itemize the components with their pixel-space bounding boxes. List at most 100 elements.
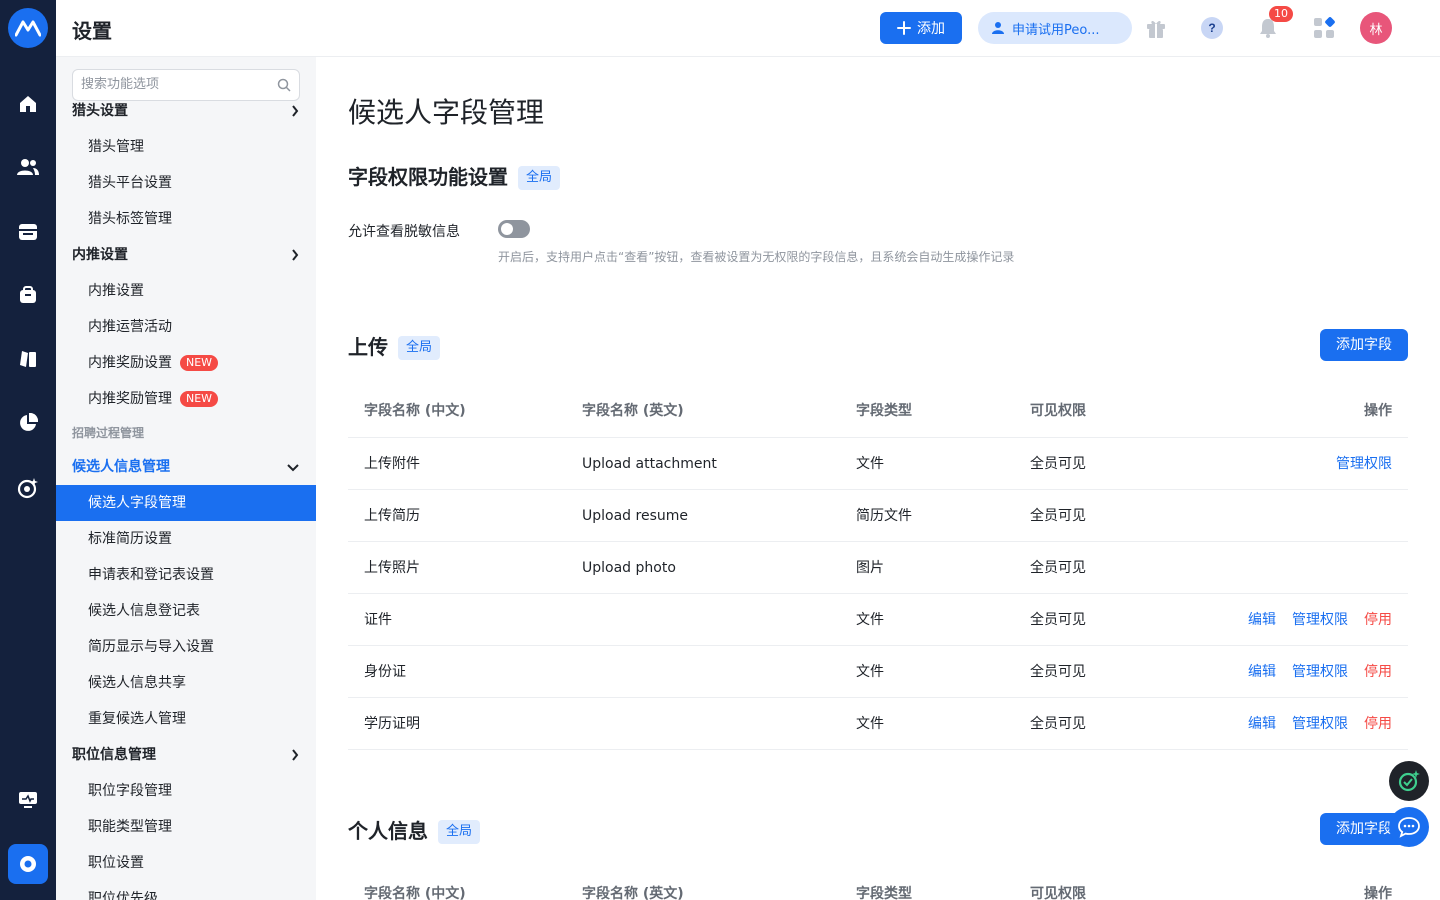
column-header: 字段名称 (中文) [364,886,466,900]
field-name-cn: 上传附件 [364,456,420,472]
toggle-label: 允许查看脱敏信息 [348,224,460,240]
column-header: 字段类型 [856,403,912,419]
target-icon[interactable] [14,474,42,502]
field-type: 简历文件 [856,508,912,524]
field-type: 文件 [856,612,884,628]
settings-icon[interactable] [8,844,48,884]
sidebar-item-headhunter-manage[interactable]: 猎头管理 [56,129,316,165]
personal-section-title: 个人信息 全局 [348,815,481,844]
gift-icon[interactable] [1142,14,1170,42]
field-visibility: 全员可见 [1030,456,1086,472]
new-badge: NEW [180,355,219,371]
add-field-button[interactable]: 添加字段 [1320,329,1408,361]
chat-support-button[interactable] [1389,807,1429,847]
disable-link[interactable]: 停用 [1364,646,1392,698]
sidebar-item-job-settings[interactable]: 职位设置 [56,845,316,881]
table-row: 上传附件 Upload attachment 文件 全员可见 管理权限 [348,438,1408,490]
sidebar-item-referral-reward-manage[interactable]: 内推奖励管理 NEW [56,381,316,417]
home-icon[interactable] [14,90,42,118]
sidebar-item-candidate-fields[interactable]: 候选人字段管理 [56,485,316,521]
sidebar-item-candidate-info[interactable]: 候选人信息管理 [56,449,316,485]
sidebar-item-referral-settings-group[interactable]: 内推设置 [56,237,316,273]
sidebar-item-job-info[interactable]: 职位信息管理 [56,737,316,773]
sidebar-item-job-fields[interactable]: 职位字段管理 [56,773,316,809]
upload-fields-table: 字段名称 (中文) 字段名称 (英文) 字段类型 可见权限 操作 上传附件 Up… [348,384,1408,750]
field-type: 文件 [856,716,884,732]
briefcase-icon[interactable] [14,281,42,309]
field-type: 文件 [856,456,884,472]
help-icon[interactable]: ? [1198,14,1226,42]
sidebar-item-label: 猎头设置 [72,103,128,119]
sidebar-item-label: 候选人信息管理 [72,459,170,475]
edit-link[interactable]: 编辑 [1248,594,1276,646]
sidebar-item-referral-campaigns[interactable]: 内推运营活动 [56,309,316,345]
calendar-icon[interactable] [14,217,42,245]
row-actions: 编辑 管理权限 停用 [1248,698,1392,750]
sidebar-item-label: 内推奖励设置 [88,355,172,371]
table-header: 字段名称 (中文) 字段名称 (英文) 字段类型 可见权限 操作 [348,867,1408,900]
sidebar-item-candidate-registration[interactable]: 候选人信息登记表 [56,593,316,629]
field-visibility: 全员可见 [1030,664,1086,680]
field-visibility: 全员可见 [1030,508,1086,524]
column-header: 可见权限 [1030,403,1086,419]
sidebar-item-headhunter-platform[interactable]: 猎头平台设置 [56,165,316,201]
table-header: 字段名称 (中文) 字段名称 (英文) 字段类型 可见权限 操作 [348,384,1408,438]
page-title: 候选人字段管理 [348,96,545,129]
trial-button[interactable]: 申请试用Peo... [978,12,1132,44]
personal-fields-table: 字段名称 (中文) 字段名称 (英文) 字段类型 可见权限 操作 [348,867,1408,900]
sensitive-info-toggle[interactable] [498,220,530,238]
book-icon[interactable] [14,345,42,373]
column-header: 字段名称 (中文) [364,403,466,419]
permission-section-title: 字段权限功能设置 全局 [348,161,561,190]
add-button[interactable]: 添加 [880,12,962,44]
manage-permission-link[interactable]: 管理权限 [1292,646,1348,698]
chat-bubble-icon [1398,817,1420,838]
manage-permission-link[interactable]: 管理权限 [1292,594,1348,646]
chevron-right-icon [292,249,299,261]
field-name-cn: 证件 [364,612,392,628]
user-avatar[interactable]: 林 [1360,12,1392,44]
disable-link[interactable]: 停用 [1364,594,1392,646]
chevron-down-icon [287,464,299,472]
pie-chart-icon[interactable] [14,409,42,437]
edit-link[interactable]: 编辑 [1248,698,1276,750]
ai-assistant-button[interactable] [1389,761,1429,801]
monitor-icon[interactable] [14,786,42,814]
app-root: 设置 添加 申请试用Peo... ? 10 林 猎头设置 搜索功能选项 猎头管理… [0,0,1440,900]
edit-link[interactable]: 编辑 [1248,646,1276,698]
sidebar-item-job-priority[interactable]: 职位优先级 [56,881,316,900]
sidebar-section-label: 招聘过程管理 [72,426,145,440]
sidebar-item-headhunter-tags[interactable]: 猎头标签管理 [56,201,316,237]
sidebar-item-resume-display[interactable]: 简历显示与导入设置 [56,629,316,665]
sidebar-item-referral-settings[interactable]: 内推设置 [56,273,316,309]
sidebar-item-function-types[interactable]: 职能类型管理 [56,809,316,845]
notification-badge: 10 [1269,6,1293,22]
settings-sidebar: 猎头设置 搜索功能选项 猎头管理 猎头平台设置 猎头标签管理 内推设置 内推设置… [56,57,316,900]
manage-permission-link[interactable]: 管理权限 [1292,698,1348,750]
section-title-text: 字段权限功能设置 [348,165,508,189]
column-header: 操作 [1364,886,1392,900]
sidebar-item-application-forms[interactable]: 申请表和登记表设置 [56,557,316,593]
row-actions: 编辑 管理权限 停用 [1248,594,1392,646]
search-icon [277,78,291,92]
sidebar-search-input[interactable]: 搜索功能选项 [72,69,300,101]
row-actions: 管理权限 [1336,438,1392,490]
field-visibility: 全员可见 [1030,560,1086,576]
section-title-text: 上传 [348,335,388,359]
sidebar-item-duplicate-candidates[interactable]: 重复候选人管理 [56,701,316,737]
header-title: 设置 [72,19,112,43]
sidebar-item-candidate-sharing[interactable]: 候选人信息共享 [56,665,316,701]
upload-section-title: 上传 全局 [348,331,441,360]
people-icon[interactable] [14,153,42,181]
disable-link[interactable]: 停用 [1364,698,1392,750]
user-icon [992,22,1004,34]
apps-icon[interactable] [1310,14,1338,42]
sidebar-item-referral-reward-settings[interactable]: 内推奖励设置 NEW [56,345,316,381]
row-actions: 编辑 管理权限 停用 [1248,646,1392,698]
manage-permission-link[interactable]: 管理权限 [1336,438,1392,490]
column-header: 可见权限 [1030,886,1086,900]
sidebar-item-standard-resume[interactable]: 标准简历设置 [56,521,316,557]
logo-icon[interactable] [8,8,48,48]
column-header: 字段名称 (英文) [582,886,684,900]
trial-button-label: 申请试用Peo... [1012,22,1100,38]
